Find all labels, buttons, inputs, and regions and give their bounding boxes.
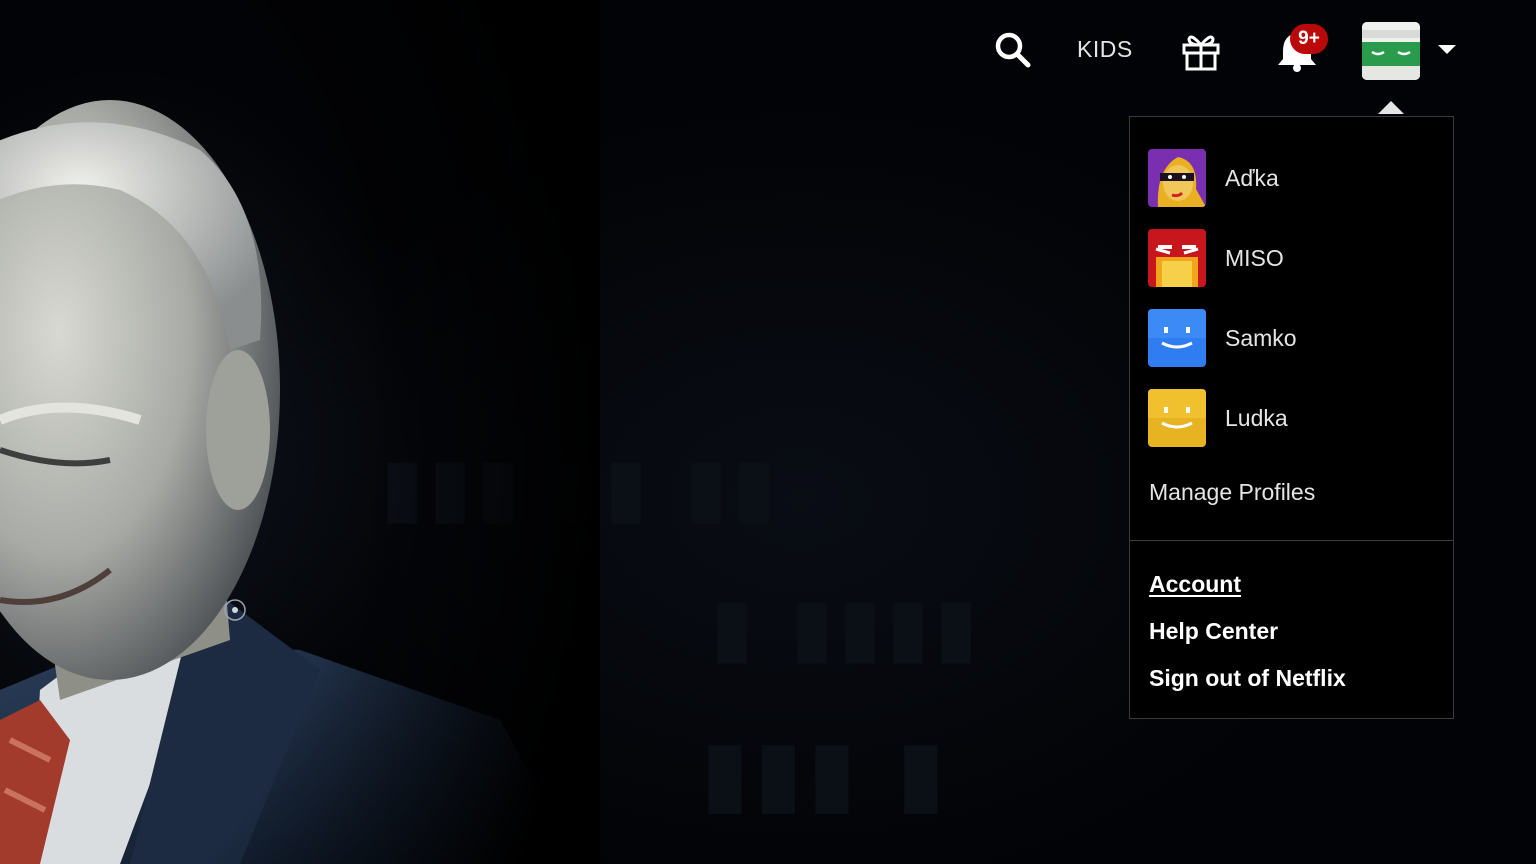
background-faint-text: ▮▮▮ ▮ <box>700 720 950 825</box>
caret-down-icon[interactable] <box>1438 45 1456 54</box>
search-icon[interactable] <box>994 31 1032 69</box>
profile-name: Ludka <box>1225 405 1288 431</box>
menu-divider <box>1130 540 1453 541</box>
profile-item-adka[interactable]: Aďka <box>1148 149 1438 209</box>
profile-item-ludka[interactable]: Ludka <box>1148 389 1438 449</box>
avatar-red-face-icon <box>1148 229 1206 287</box>
profile-name: Samko <box>1225 325 1297 351</box>
gift-icon[interactable] <box>1181 31 1221 71</box>
pointer-cursor-icon <box>224 599 246 621</box>
profile-dropdown-menu: Aďka MISO Samko Ludka Manage Profiles Ac… <box>1129 116 1454 719</box>
top-navigation: KIDS 9+ <box>0 0 1536 100</box>
background-faint-text: ▮ ▮▮▮▮ <box>710 580 982 673</box>
notification-badge: 9+ <box>1290 24 1328 54</box>
kids-link[interactable]: KIDS <box>1077 36 1133 63</box>
profile-item-samko[interactable]: Samko <box>1148 309 1438 369</box>
profile-item-miso[interactable]: MISO <box>1148 229 1438 289</box>
avatar-blue-smile-icon <box>1148 309 1206 367</box>
manage-profiles-link[interactable]: Manage Profiles <box>1149 479 1315 506</box>
sign-out-link[interactable]: Sign out of Netflix <box>1149 665 1346 692</box>
profile-name: Aďka <box>1225 165 1279 191</box>
profile-avatar[interactable] <box>1362 22 1420 80</box>
account-link[interactable]: Account <box>1149 571 1241 598</box>
hero-person-image <box>0 0 600 864</box>
profile-name: MISO <box>1225 245 1284 271</box>
avatar-masked-woman-icon <box>1148 149 1206 207</box>
netflix-browse-page: ▮▮▮ ▮▮ ▮▮ ▮ ▮▮▮▮ ▮▮▮ ▮ <box>0 0 1536 864</box>
avatar-yellow-smile-icon <box>1148 389 1206 447</box>
dropdown-arrow-icon <box>1378 101 1404 114</box>
help-center-link[interactable]: Help Center <box>1149 618 1278 645</box>
